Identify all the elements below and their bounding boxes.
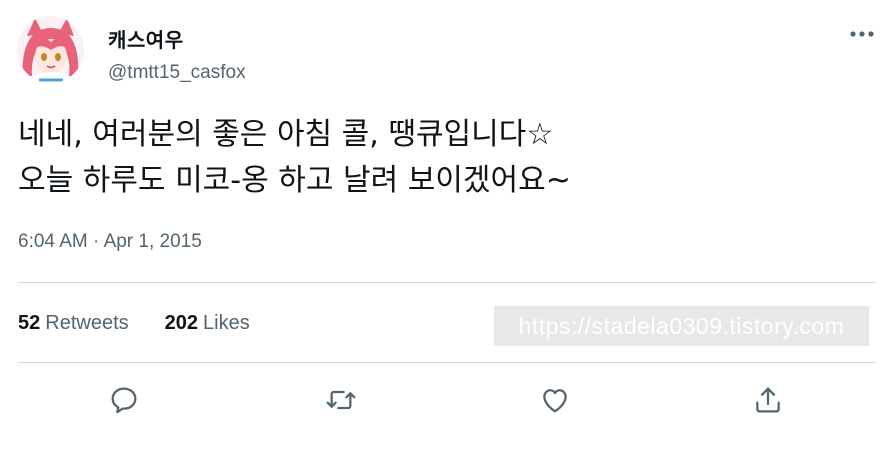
retweet-button[interactable] [321,380,361,420]
likes-count: 202 [164,312,198,334]
avatar[interactable] [17,16,84,83]
tweet-text: 네네, 여러분의 좋은 아침 콜, 땡큐입니다☆ 오늘 하루도 미코-옹 하고 … [18,112,878,204]
like-icon [543,389,567,413]
reply-button[interactable] [104,380,144,420]
divider-bottom [18,362,876,363]
avatar-image [17,16,84,83]
tweet-text-line-2: 오늘 하루도 미코-옹 하고 날려 보이겠어요~ [18,163,571,198]
timestamp-separator: · [93,231,100,252]
more-options-button[interactable] [845,22,879,46]
like-button[interactable] [535,380,575,420]
watermark-url: https://stadela0309.tistory.com [494,306,869,346]
tweet-timestamp[interactable]: 6:04 AM · Apr 1, 2015 [18,231,202,253]
engagement-stats: 52 Retweets 202 Likes [18,312,250,335]
display-name[interactable]: 캐스여우 [108,24,184,53]
likes-stat[interactable]: 202 Likes [165,312,250,335]
tweet-time[interactable]: 6:04 AM [18,231,88,252]
reply-icon [111,387,137,414]
share-icon [756,387,780,413]
likes-label: Likes [203,312,250,334]
retweets-stat[interactable]: 52 Retweets [18,312,129,335]
divider-top [18,282,876,283]
user-handle[interactable]: @tmtt15_casfox [108,62,246,84]
tweet-date[interactable]: Apr 1, 2015 [104,231,202,252]
retweets-count: 52 [18,312,41,334]
retweets-label: Retweets [45,312,129,334]
tweet-text-line-1: 네네, 여러분의 좋은 아침 콜, 땡큐입니다☆ [18,117,554,152]
more-dots-icon [850,31,874,37]
retweet-icon [326,390,356,410]
share-button[interactable] [748,380,788,420]
